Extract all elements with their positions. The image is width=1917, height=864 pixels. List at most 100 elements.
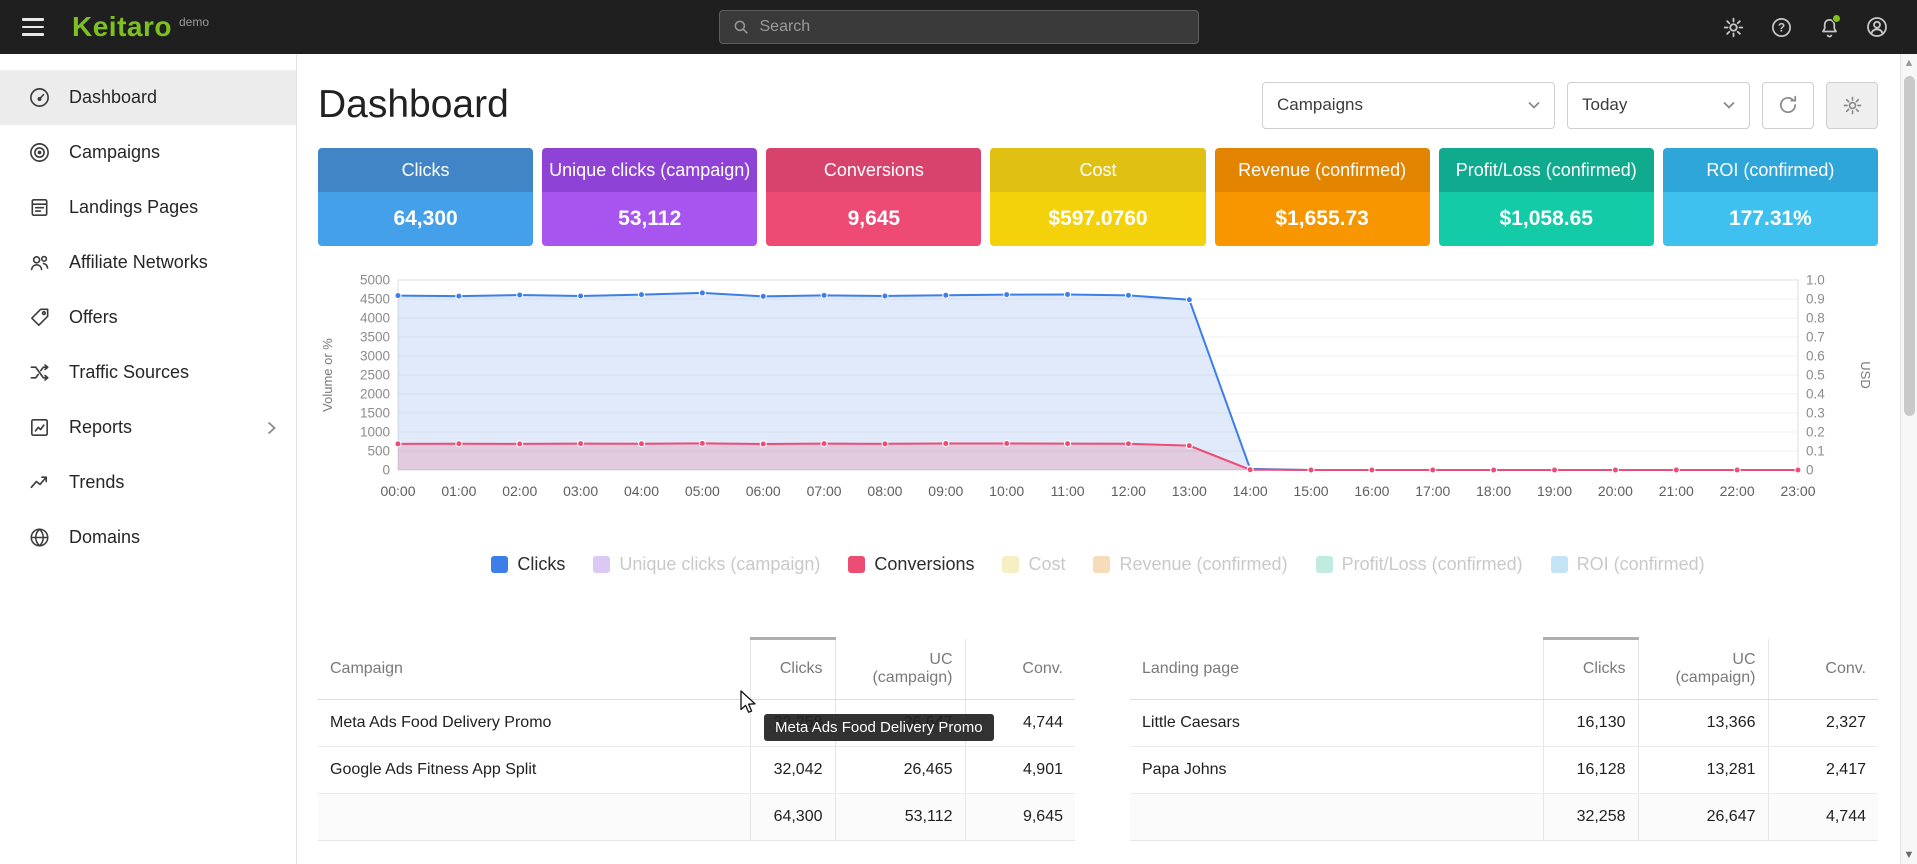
chevron-down-icon [1528,101,1540,109]
svg-text:01:00: 01:00 [441,483,476,499]
settings-button[interactable] [1715,9,1751,45]
date-range-select-value: Today [1582,95,1627,115]
legend-item-roi[interactable]: ROI (confirmed) [1551,554,1705,575]
svg-text:500: 500 [367,444,390,459]
metric-card-profit-loss: Profit/Loss (confirmed) $1,058.65 [1439,148,1654,246]
legend-label: Conversions [874,554,974,575]
svg-text:13:00: 13:00 [1172,483,1207,499]
pages-icon [27,196,51,220]
column-header-campaign[interactable]: Campaign [318,639,750,700]
sidebar-item-trends[interactable]: Trends [0,455,296,510]
search-input[interactable] [760,18,1186,36]
table-header-row: Landing page Clicks UC (campaign) Conv. [1130,639,1878,700]
legend-swatch [491,556,508,573]
sidebar-item-dashboard[interactable]: Dashboard [0,70,296,125]
svg-text:0.2: 0.2 [1806,425,1825,440]
svg-text:04:00: 04:00 [624,483,659,499]
svg-text:3000: 3000 [360,349,390,364]
column-header-uc-campaign[interactable]: UC (campaign) [1638,639,1768,700]
dashboard-chart-svg: 005000.110000.215000.320000.425000.53000… [318,272,1873,530]
sidebar-item-landings-pages[interactable]: Landings Pages [0,180,296,235]
app-logo[interactable]: Keitaro demo [72,13,209,41]
legend-label: Cost [1028,554,1065,575]
sidebar-item-label: Reports [69,417,132,438]
svg-text:0: 0 [382,463,390,478]
scrollbar-thumb[interactable] [1904,76,1915,416]
legend-item-clicks[interactable]: Clicks [491,554,565,575]
column-header-conv[interactable]: Conv. [1768,639,1878,700]
conv-cell[interactable]: 2,417 [1768,746,1878,793]
legend-item-revenue[interactable]: Revenue (confirmed) [1093,554,1287,575]
dashboard-settings-button[interactable] [1826,82,1878,129]
legend-swatch [848,556,865,573]
sidebar-item-traffic-sources[interactable]: Traffic Sources [0,345,296,400]
column-header-clicks[interactable]: Clicks [750,639,835,700]
metric-card-label: Cost [990,148,1205,192]
target-icon [27,141,51,165]
table-row[interactable]: Papa Johns 16,128 13,281 2,417 [1130,746,1878,793]
user-menu-button[interactable] [1859,9,1895,45]
date-range-select[interactable]: Today [1567,82,1750,129]
help-button[interactable]: ? [1763,9,1799,45]
sidebar-item-label: Affiliate Networks [69,252,208,273]
uc-cell[interactable]: 13,281 [1638,746,1768,793]
column-header-uc-campaign[interactable]: UC (campaign) [835,639,965,700]
sidebar-item-affiliate-networks[interactable]: Affiliate Networks [0,235,296,290]
campaign-name[interactable]: Meta Ads Food Delivery Promo [318,699,750,746]
column-header-landing-page[interactable]: Landing page [1130,639,1543,700]
landing-name[interactable]: Little Caesars [1130,699,1543,746]
column-header-conv[interactable]: Conv. [965,639,1075,700]
svg-text:0.7: 0.7 [1806,330,1825,345]
svg-text:1.0: 1.0 [1806,273,1825,288]
svg-text:08:00: 08:00 [867,483,902,499]
sidebar-item-domains[interactable]: Domains [0,510,296,565]
logo-badge: demo [179,15,209,29]
topbar: Keitaro demo ? [0,0,1917,54]
legend-item-cost[interactable]: Cost [1002,554,1065,575]
column-header-clicks[interactable]: Clicks [1543,639,1638,700]
table-row[interactable]: Google Ads Fitness App Split 32,042 26,4… [318,746,1075,793]
sidebar-item-reports[interactable]: Reports [0,400,296,455]
scroll-up-arrow[interactable]: ▲ [1901,57,1917,69]
sidebar-item-label: Landings Pages [69,197,198,218]
conv-cell[interactable]: 2,327 [1768,699,1878,746]
global-search[interactable] [719,10,1199,44]
metric-card-value: $597.0760 [990,192,1205,246]
sidebar-item-campaigns[interactable]: Campaigns [0,125,296,180]
row-tooltip: Meta Ads Food Delivery Promo [764,714,994,741]
uc-cell[interactable]: 13,366 [1638,699,1768,746]
metric-card-value: $1,058.65 [1439,192,1654,246]
svg-text:?: ? [1777,20,1784,34]
metric-card-value: 64,300 [318,192,533,246]
scroll-down-arrow[interactable]: ▼ [1901,849,1917,861]
sidebar-item-label: Domains [69,527,140,548]
hamburger-menu-button[interactable] [22,12,52,42]
sidebar-item-label: Offers [69,307,118,328]
chart-legend: Clicks Unique clicks (campaign) Conversi… [318,554,1878,575]
svg-text:00:00: 00:00 [380,483,415,499]
legend-item-profit-loss[interactable]: Profit/Loss (confirmed) [1316,554,1523,575]
grouping-select[interactable]: Campaigns [1262,82,1555,129]
landing-name[interactable]: Papa Johns [1130,746,1543,793]
uc-cell[interactable]: 26,465 [835,746,965,793]
clicks-cell[interactable]: 16,128 [1543,746,1638,793]
conv-cell[interactable]: 4,901 [965,746,1075,793]
clicks-cell[interactable]: 16,130 [1543,699,1638,746]
metric-card-label: Clicks [318,148,533,192]
table-row[interactable]: Little Caesars 16,130 13,366 2,327 [1130,699,1878,746]
notifications-button[interactable] [1811,9,1847,45]
clicks-cell[interactable]: 32,042 [750,746,835,793]
legend-swatch [1093,556,1110,573]
vertical-scrollbar[interactable]: ▲ ▼ [1900,54,1917,864]
totals-clicks: 32,258 [1543,793,1638,840]
svg-text:22:00: 22:00 [1720,483,1755,499]
refresh-button[interactable] [1762,82,1814,129]
legend-item-unique-clicks[interactable]: Unique clicks (campaign) [593,554,820,575]
tag-icon [27,306,51,330]
sidebar-item-offers[interactable]: Offers [0,290,296,345]
campaign-name[interactable]: Google Ads Fitness App Split [318,746,750,793]
legend-item-conversions[interactable]: Conversions [848,554,974,575]
traffic-chart: 005000.110000.215000.320000.425000.53000… [318,272,1878,530]
svg-text:2000: 2000 [360,387,390,402]
svg-text:03:00: 03:00 [563,483,598,499]
